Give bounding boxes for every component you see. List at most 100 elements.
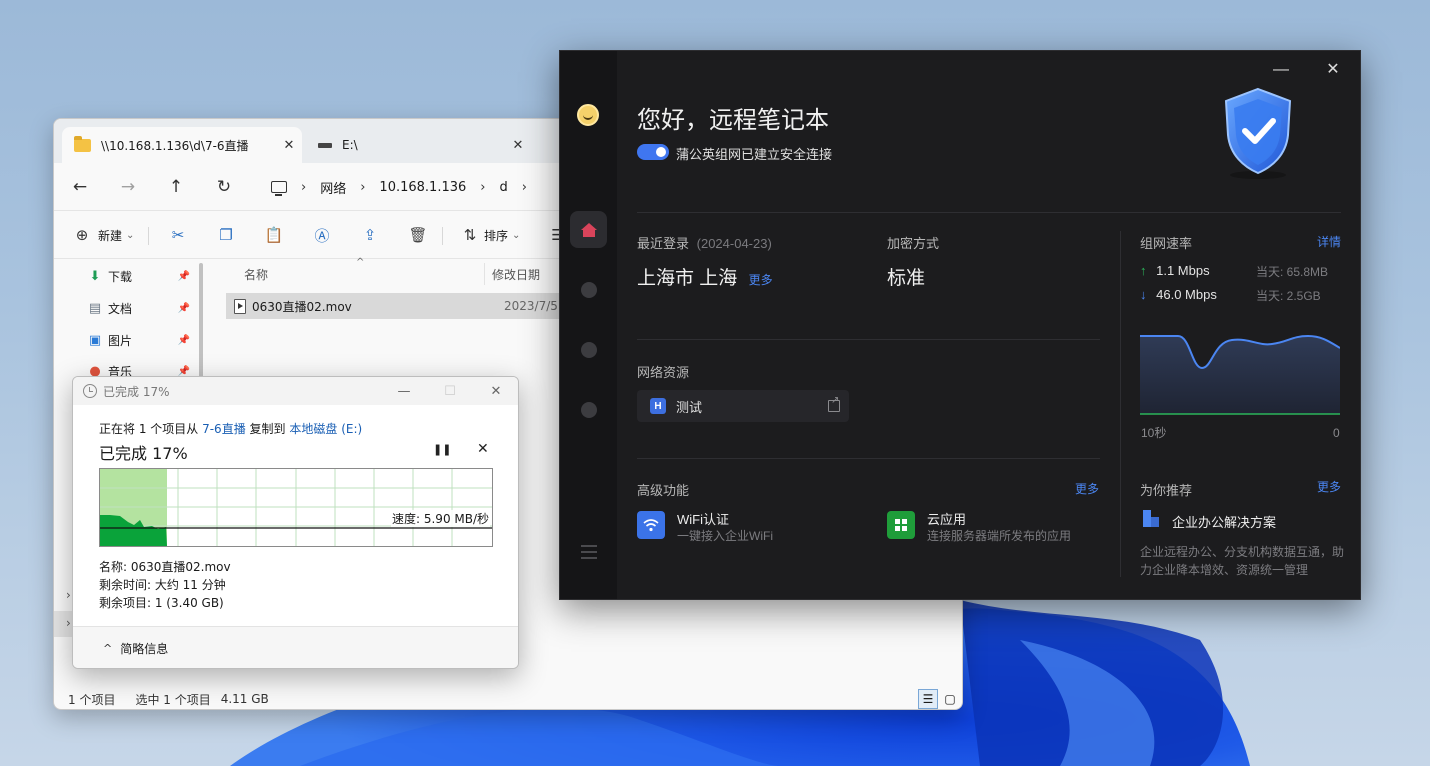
scissors-icon: ✂ (171, 226, 185, 244)
breadcrumb-network[interactable]: 网络 (320, 178, 346, 197)
tab-network-folder[interactable]: \\10.168.1.136\d\7-6直播 ✕ (62, 127, 302, 163)
close-button[interactable]: ✕ (1318, 59, 1348, 81)
encryption-label: 加密方式 (887, 236, 940, 251)
delete-button[interactable]: 🗑 (408, 223, 428, 247)
divider (637, 339, 1100, 340)
rate-detail-link[interactable]: 详情 (1317, 233, 1341, 250)
vpn-client-window: — ✕ 您好，远程笔记本 蒲公英组网已建立安全连接 最近登录 (2024-04-… (559, 50, 1361, 600)
progress-percent-label: 已完成 17% (99, 444, 188, 463)
close-button[interactable]: ✕ (473, 381, 518, 403)
sidebar-item-label: 图片 (108, 333, 133, 348)
rename-icon: Ⓐ (314, 226, 330, 245)
chevron-down-icon: ⌄ (512, 229, 521, 241)
tab-drive-e[interactable]: E:\ ✕ (306, 127, 531, 163)
sort-button[interactable]: ⇅ 排序 ⌄ (460, 223, 521, 247)
forward-arrow-icon[interactable]: → (116, 175, 140, 199)
home-icon (580, 222, 597, 237)
dialog-title: 已完成 17% (103, 384, 170, 399)
refresh-icon[interactable]: ↻ (212, 175, 236, 199)
greeting-title: 您好，远程笔记本 (637, 107, 829, 134)
download-rate-value: 46.0 Mbps (1156, 287, 1217, 302)
connection-status: 蒲公英组网已建立安全连接 (676, 147, 833, 162)
advanced-more-link[interactable]: 更多 (1075, 480, 1099, 497)
chevron-up-icon: ^ (103, 642, 113, 655)
rate-chart (1140, 334, 1340, 415)
last-login-date: (2024-04-23) (696, 236, 772, 251)
chevron-down-icon: ⌄ (126, 229, 135, 241)
sidebar-item-pictures[interactable]: ▣ 图片 📌 (88, 329, 194, 351)
status-bar: 1 个项目 选中 1 个项目 4.11 GB (54, 687, 962, 709)
rename-button[interactable]: Ⓐ (312, 223, 332, 247)
sidebar-item-label: 文档 (108, 301, 133, 316)
folder-icon (74, 135, 91, 152)
detail-time-remaining: 剩余时间: 大约 11 分钟 (99, 578, 226, 592)
tiles-view-icon[interactable]: ▢ (940, 689, 960, 709)
close-tab-icon[interactable]: ✕ (505, 138, 531, 153)
sidebar-item-security[interactable] (570, 331, 607, 368)
file-name: 0630直播02.mov (252, 299, 352, 314)
cut-button[interactable]: ✂ (168, 223, 188, 247)
detail-name: 名称: 0630直播02.mov (99, 560, 231, 574)
details-view-icon[interactable]: ☰ (918, 689, 938, 709)
sort-icon: ⇅ (463, 226, 477, 244)
expand-arrow-icon[interactable]: › (66, 616, 71, 630)
sidebar-item-discover[interactable] (570, 391, 607, 428)
detail-items-remaining: 剩余项目: 1 (3.40 GB) (99, 596, 224, 610)
destination-link[interactable]: 本地磁盘 (E:) (289, 422, 362, 436)
recommend-more-link[interactable]: 更多 (1317, 478, 1341, 495)
breadcrumb-d[interactable]: d (499, 180, 507, 195)
pin-icon: 📌 (177, 302, 190, 314)
close-tab-icon[interactable]: ✕ (276, 138, 302, 153)
document-icon: ▤ (88, 300, 102, 316)
minimize-button[interactable]: — (1266, 59, 1296, 81)
resource-item-test[interactable]: H 测试 (637, 390, 849, 422)
sidebar-item-home[interactable] (570, 211, 607, 248)
menu-icon[interactable] (581, 545, 597, 559)
recommend-title[interactable]: 企业办公解决方案 (1172, 512, 1276, 531)
feature-cloud-app-title[interactable]: 云应用 (927, 509, 966, 528)
minimize-button[interactable]: — (381, 381, 427, 403)
last-login-location-value: 上海市 上海 (637, 268, 738, 289)
apps-grid-icon[interactable] (887, 511, 915, 539)
up-arrow-icon[interactable]: ↑ (164, 175, 188, 199)
column-separator[interactable] (484, 263, 485, 285)
pin-icon: 📌 (177, 270, 190, 282)
sidebar-item-network[interactable] (570, 271, 607, 308)
last-login-more-link[interactable]: 更多 (749, 273, 773, 287)
connection-toggle[interactable] (637, 144, 669, 160)
divider (1120, 231, 1121, 577)
computer-icon (271, 181, 287, 196)
breadcrumb-separator: › (480, 179, 486, 195)
breadcrumb-separator: › (301, 179, 307, 195)
paste-button[interactable]: 📋 (264, 223, 284, 247)
compass-icon (580, 401, 597, 418)
feature-wifi-desc: 一键接入企业WiFi (677, 529, 773, 543)
expand-arrow-icon[interactable]: › (66, 588, 71, 602)
chart-axis-left: 10秒 (1141, 426, 1167, 440)
download-icon: ⬇ (89, 268, 101, 284)
copy-icon: ❐ (219, 226, 233, 244)
download-area (1140, 336, 1340, 414)
feature-wifi-title[interactable]: WiFi认证 (677, 509, 729, 528)
upload-today: 当天: 65.8MB (1256, 265, 1329, 279)
copy-progress-dialog: 已完成 17% — ☐ ✕ 正在将 1 个项目从 7-6直播 复制到 本地磁盘 … (72, 376, 519, 669)
fewer-details-toggle[interactable]: ^ 简略信息 (73, 626, 518, 668)
avatar[interactable] (577, 104, 599, 126)
sidebar-item-documents[interactable]: ▤ 文档 📌 (88, 297, 194, 319)
selected-size: 4.11 GB (220, 692, 269, 706)
copy-description: 正在将 1 个项目从 7-6直播 复制到 本地磁盘 (E:) (99, 420, 362, 437)
source-folder-link[interactable]: 7-6直播 (202, 422, 246, 436)
breadcrumb-host[interactable]: 10.168.1.136 (379, 180, 466, 195)
column-header-name[interactable]: 名称 (244, 259, 484, 289)
video-file-icon (234, 298, 246, 314)
cancel-button[interactable]: ✕ (477, 441, 489, 457)
share-button[interactable]: ⇪ (360, 223, 380, 247)
pause-button[interactable]: ❚❚ (433, 443, 451, 456)
wifi-icon[interactable] (637, 511, 665, 539)
new-button[interactable]: ⊕ 新建 ⌄ (72, 223, 135, 247)
sidebar-item-downloads[interactable]: ⬇ 下载 📌 (88, 265, 194, 287)
external-link-icon[interactable] (828, 395, 840, 412)
copy-button[interactable]: ❐ (216, 223, 236, 247)
maximize-button[interactable]: ☐ (427, 381, 473, 403)
back-arrow-icon[interactable]: ← (68, 175, 92, 199)
